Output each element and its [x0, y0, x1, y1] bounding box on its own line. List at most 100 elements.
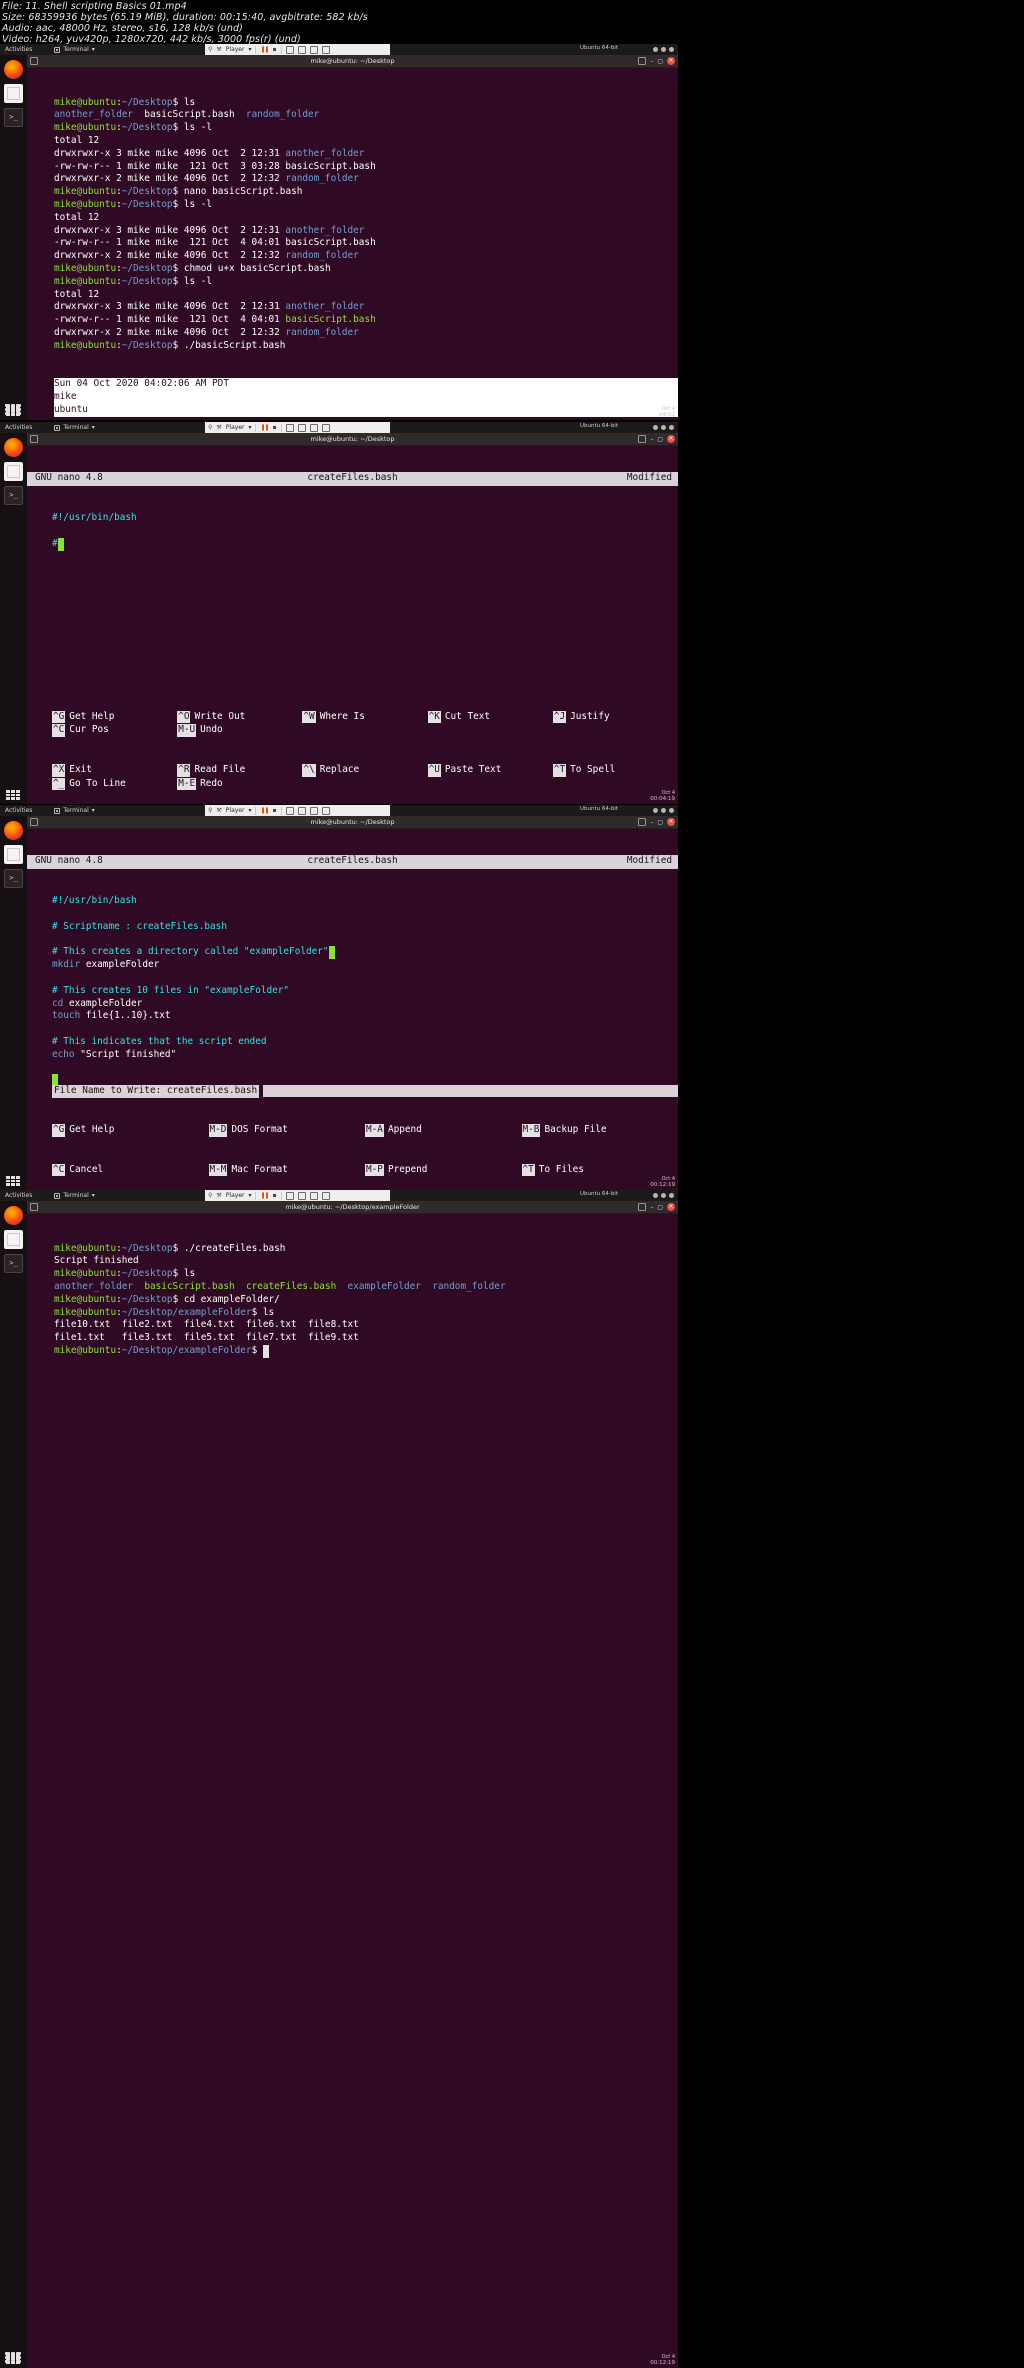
- nano-shortcut[interactable]: ^J Justify: [552, 710, 678, 725]
- network-adapter-icon[interactable]: [285, 806, 294, 815]
- nano-shortcut[interactable]: M-A Append: [365, 1124, 522, 1138]
- unity-icon[interactable]: [309, 806, 318, 815]
- pause-button[interactable]: ❚❚: [260, 807, 269, 814]
- fullscreen-icon[interactable]: [297, 423, 306, 432]
- player-menu-label[interactable]: Player: [226, 46, 245, 53]
- pause-button[interactable]: ❚❚: [260, 424, 269, 431]
- nano-shortcut[interactable]: M-P Prepend: [365, 1163, 522, 1178]
- tools-icon[interactable]: ⚒: [216, 807, 221, 814]
- activities-button[interactable]: Activities: [5, 1192, 32, 1199]
- minimize-button[interactable]: –: [650, 436, 653, 443]
- minimize-button[interactable]: –: [650, 1204, 653, 1211]
- firefox-icon[interactable]: [4, 1206, 23, 1225]
- show-applications-dots-icon[interactable]: [6, 406, 20, 416]
- nano-shortcut[interactable]: ^\ Replace: [302, 763, 427, 778]
- network-adapter-icon[interactable]: [285, 423, 294, 432]
- app-menu-terminal[interactable]: Terminal ▾: [54, 424, 95, 431]
- snapshot-icon[interactable]: [321, 45, 330, 54]
- terminal-dock-icon[interactable]: >_: [4, 869, 23, 888]
- player-toolbar[interactable]: ⚲ ⚒ Player ▾ ❚❚ ▪: [205, 805, 390, 816]
- activities-button[interactable]: Activities: [5, 807, 32, 814]
- nano-shortcut[interactable]: M-U Undo: [177, 724, 302, 738]
- tools-icon[interactable]: ⚒: [216, 1192, 221, 1199]
- activities-button[interactable]: Activities: [5, 424, 32, 431]
- minimize-button[interactable]: –: [650, 819, 653, 826]
- player-dot-icon[interactable]: ▪: [273, 807, 277, 814]
- menu-icon[interactable]: [638, 57, 647, 65]
- player-menu-label[interactable]: Player: [226, 807, 245, 814]
- files-icon[interactable]: [4, 462, 23, 481]
- menu-icon[interactable]: [638, 1203, 647, 1211]
- unity-icon[interactable]: [309, 423, 318, 432]
- nano-shortcut[interactable]: ^X Exit: [52, 763, 177, 778]
- close-button[interactable]: ×: [667, 1203, 675, 1211]
- window-controls[interactable]: – ▢ ×: [638, 435, 675, 443]
- app-menu-terminal[interactable]: Terminal ▾: [54, 46, 95, 53]
- nano-shortcut[interactable]: ^_ Go To Line: [52, 777, 177, 792]
- nano-editor-1[interactable]: GNU nano 4.8 createFiles.bash Modified #…: [27, 446, 678, 804]
- show-applications-dots-icon[interactable]: [6, 1176, 20, 1186]
- close-button[interactable]: ×: [667, 818, 675, 826]
- system-status-area[interactable]: [653, 808, 674, 813]
- nano-shortcut[interactable]: M-E Redo: [177, 777, 302, 792]
- player-menu-label[interactable]: Player: [226, 1192, 245, 1199]
- titlebar-left-buttons[interactable]: [30, 57, 38, 65]
- player-toolbar[interactable]: ⚲ ⚒ Player ▾ ❚❚ ▪: [205, 44, 390, 55]
- pin-icon[interactable]: ⚲: [208, 46, 212, 53]
- maximize-button[interactable]: ▢: [657, 58, 663, 65]
- nano-shortcut[interactable]: ^W Where Is: [302, 710, 427, 725]
- search-icon[interactable]: [30, 57, 38, 65]
- show-applications-dots-icon[interactable]: [6, 2354, 20, 2364]
- tools-icon[interactable]: ⚒: [216, 46, 221, 53]
- nano-editor-2[interactable]: GNU nano 4.8 createFiles.bash Modified #…: [27, 829, 678, 1190]
- window-controls[interactable]: – ▢ ×: [638, 818, 675, 826]
- terminal-dock-icon[interactable]: >_: [4, 1254, 23, 1273]
- files-icon[interactable]: [4, 84, 23, 103]
- player-dot-icon[interactable]: ▪: [273, 46, 277, 53]
- terminal-dock-icon[interactable]: >_: [4, 486, 23, 505]
- activities-button[interactable]: Activities: [5, 46, 32, 53]
- unity-icon[interactable]: [309, 45, 318, 54]
- minimize-button[interactable]: –: [650, 58, 653, 65]
- menu-icon[interactable]: [638, 435, 647, 443]
- files-icon[interactable]: [4, 845, 23, 864]
- search-icon[interactable]: [30, 435, 38, 443]
- player-menu-label[interactable]: Player: [226, 424, 245, 431]
- system-status-area[interactable]: [653, 1193, 674, 1198]
- show-applications-dots-icon[interactable]: [6, 790, 20, 800]
- pause-button[interactable]: ❚❚: [260, 1192, 269, 1199]
- nano-shortcut[interactable]: M-B Backup File: [521, 1124, 679, 1138]
- search-icon[interactable]: [30, 1203, 38, 1211]
- network-adapter-icon[interactable]: [285, 1191, 294, 1200]
- pin-icon[interactable]: ⚲: [208, 424, 212, 431]
- menu-icon[interactable]: [638, 818, 647, 826]
- app-menu-terminal[interactable]: Terminal ▾: [54, 807, 95, 814]
- system-status-area[interactable]: [653, 425, 674, 430]
- window-controls[interactable]: – ▢ ×: [638, 1203, 675, 1211]
- player-dot-icon[interactable]: ▪: [273, 424, 277, 431]
- close-button[interactable]: ×: [667, 435, 675, 443]
- network-adapter-icon[interactable]: [285, 45, 294, 54]
- terminal-dock-icon[interactable]: >_: [4, 108, 23, 127]
- files-icon[interactable]: [4, 1230, 23, 1249]
- maximize-button[interactable]: ▢: [657, 436, 663, 443]
- nano-shortcut[interactable]: ^K Cut Text: [427, 710, 553, 725]
- nano-shortcut[interactable]: ^O Write Out: [177, 710, 302, 725]
- nano-shortcut[interactable]: ^R Read File: [177, 763, 302, 778]
- titlebar-left-buttons[interactable]: [30, 818, 38, 826]
- firefox-icon[interactable]: [4, 60, 23, 79]
- nano-shortcut[interactable]: ^G Get Help: [52, 1124, 209, 1138]
- unity-icon[interactable]: [309, 1191, 318, 1200]
- nano-write-prompt-field[interactable]: [263, 1085, 678, 1098]
- pin-icon[interactable]: ⚲: [208, 807, 212, 814]
- pin-icon[interactable]: ⚲: [208, 1192, 212, 1199]
- player-toolbar[interactable]: ⚲ ⚒ Player ▾ ❚❚ ▪: [205, 1190, 390, 1201]
- firefox-icon[interactable]: [4, 821, 23, 840]
- titlebar-left-buttons[interactable]: [30, 1203, 38, 1211]
- nano-shortcut[interactable]: ^C Cur Pos: [52, 724, 177, 738]
- maximize-button[interactable]: ▢: [657, 1204, 663, 1211]
- system-status-area[interactable]: [653, 47, 674, 52]
- window-controls[interactable]: – ▢ ×: [638, 57, 675, 65]
- fullscreen-icon[interactable]: [297, 806, 306, 815]
- player-toolbar[interactable]: ⚲ ⚒ Player ▾ ❚❚ ▪: [205, 422, 390, 433]
